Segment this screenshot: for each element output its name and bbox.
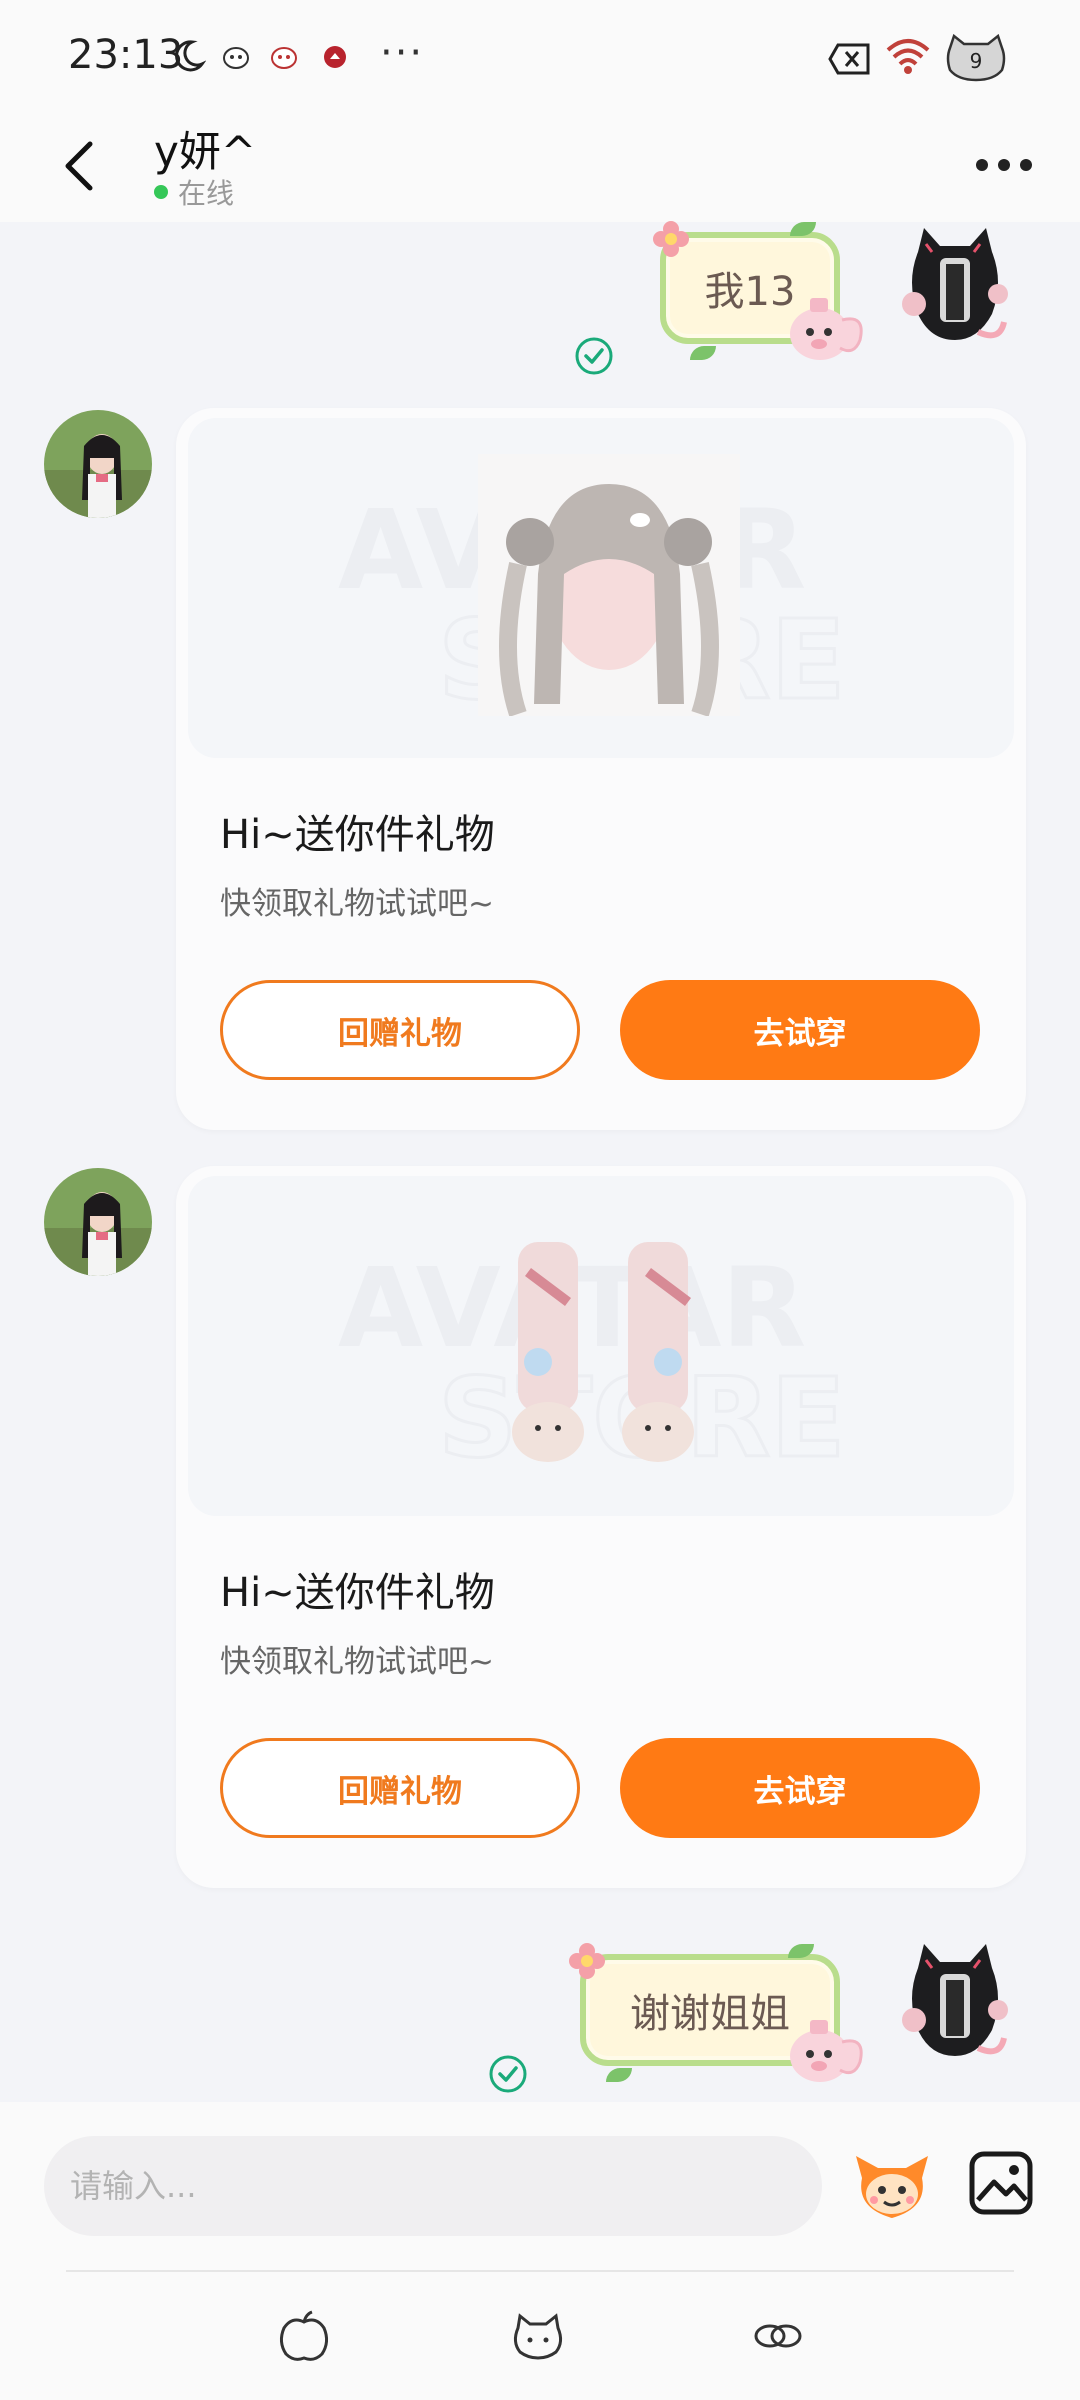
battery-icon: 9 <box>946 34 1006 82</box>
back-button[interactable] <box>52 130 108 202</box>
status-time: 23:13 <box>68 32 184 78</box>
sticker-text: 谢谢姐姐 <box>630 1991 790 2037</box>
try-on-button[interactable]: 去试穿 <box>620 980 980 1080</box>
contact-avatar[interactable] <box>44 1168 152 1276</box>
gift-preview-image[interactable]: AVATAR STORE <box>188 418 1014 758</box>
app-notify-icon <box>324 46 346 68</box>
divider <box>66 2270 1014 2272</box>
image-picker-button[interactable] <box>968 2150 1034 2216</box>
pig-notify-icon <box>223 47 249 69</box>
more-options-button[interactable] <box>976 150 1032 180</box>
dot-icon <box>976 159 988 171</box>
emoji-sticker-button[interactable] <box>852 2148 932 2224</box>
pig-mascot-icon <box>790 2020 863 2082</box>
dot-icon <box>998 159 1010 171</box>
pig-notify-icon-2 <box>271 47 297 69</box>
pig-mascot-icon <box>790 298 863 360</box>
online-status: 在线 <box>154 172 234 212</box>
wifi-icon <box>886 39 930 74</box>
return-gift-button[interactable]: 回赠礼物 <box>220 1738 580 1838</box>
gift-title: Hi~送你件礼物 <box>220 812 495 858</box>
sent-sticker-message[interactable]: 我13 <box>650 218 870 368</box>
my-avatar[interactable] <box>900 222 1010 352</box>
try-on-button[interactable]: 去试穿 <box>620 1738 980 1838</box>
my-avatar[interactable] <box>900 1938 1010 2068</box>
return-gift-button[interactable]: 回赠礼物 <box>220 980 580 1080</box>
gift-socks-image <box>512 1242 694 1462</box>
status-bar: 23:13 ··· 9 <box>0 0 1080 110</box>
gift-hair-image <box>478 454 740 716</box>
contact-avatar[interactable] <box>44 410 152 518</box>
gift-subtitle: 快领取礼物试试吧~ <box>220 886 494 922</box>
flower-icon <box>569 1943 605 1979</box>
battery-level: 9 <box>970 49 983 73</box>
flower-icon <box>653 221 689 257</box>
no-sim-icon <box>828 43 870 75</box>
contact-avatar-photo <box>44 1168 152 1276</box>
gift-card[interactable]: AVATAR STORE Hi~送你件礼物 快领取礼物试试吧~ 回赠礼物 去试穿 <box>176 408 1026 1130</box>
more-notifications-icon: ··· <box>380 30 425 76</box>
input-area <box>0 2102 1080 2400</box>
online-dot-icon <box>154 185 168 199</box>
chat-header: y妍^ 在线 <box>0 110 1080 222</box>
gift-preview-image[interactable]: AVATAR STORE <box>188 1176 1014 1516</box>
link-rings-icon[interactable] <box>750 2308 806 2364</box>
contact-name[interactable]: y妍^ <box>154 118 256 179</box>
message-input[interactable] <box>44 2136 822 2236</box>
dot-icon <box>1020 159 1032 171</box>
contact-avatar-photo <box>44 410 152 518</box>
online-status-text: 在线 <box>178 177 235 210</box>
kitty-icon[interactable] <box>510 2308 566 2364</box>
gift-subtitle: 快领取礼物试试吧~ <box>220 1644 494 1680</box>
gift-card[interactable]: AVATAR STORE Hi~送你件礼物 快领取礼物试试吧~ 回赠礼物 去试穿 <box>176 1166 1026 1888</box>
leaf-icon <box>690 346 716 360</box>
apple-icon[interactable] <box>276 2308 332 2364</box>
read-check-icon <box>489 2055 527 2093</box>
sent-sticker-message[interactable]: 谢谢姐姐 <box>566 1940 870 2090</box>
leaf-icon <box>606 2068 632 2082</box>
read-check-icon <box>575 337 613 375</box>
moon-icon <box>175 40 206 72</box>
gift-title: Hi~送你件礼物 <box>220 1570 495 1616</box>
message-input-container[interactable] <box>44 2136 822 2236</box>
